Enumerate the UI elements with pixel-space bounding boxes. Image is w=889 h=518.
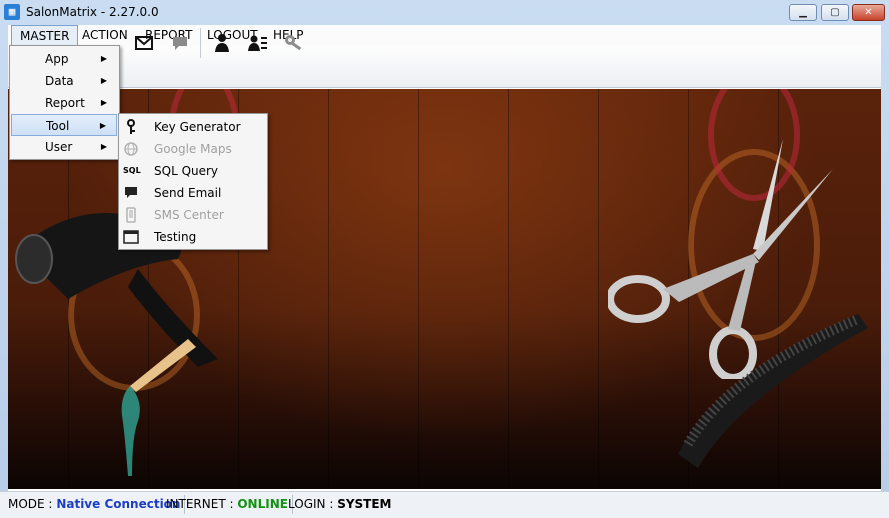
wood-plank-line <box>328 89 329 489</box>
tool-item-google-maps[interactable]: Google Maps <box>120 138 266 160</box>
title-bar: ▦ SalonMatrix - 2.27.0.0 ▁ ▢ ✕ <box>0 0 889 25</box>
submenu-arrow-icon: ▶ <box>100 142 107 151</box>
menu-master[interactable]: MASTER <box>11 25 79 47</box>
menu-item-label: App <box>45 52 69 66</box>
submenu-arrow-icon: ▶ <box>99 121 106 130</box>
user-icon[interactable] <box>212 33 232 53</box>
master-dropdown-menu: App ▶ Data ▶ Report ▶ Tool ▶ User ▶ <box>9 45 120 160</box>
tool-item-key-generator[interactable]: Key Generator <box>120 116 266 138</box>
wood-plank-line <box>598 89 599 489</box>
master-menu-item-user[interactable]: User ▶ <box>11 136 117 158</box>
status-internet-value: ONLINE <box>237 497 288 511</box>
wood-plank-line <box>508 89 509 489</box>
status-login-label: LOGIN : <box>288 497 334 511</box>
sql-icon: SQL <box>123 166 141 175</box>
user-list-icon[interactable] <box>248 33 268 53</box>
app-icon: ▦ <box>4 4 20 20</box>
status-login: LOGIN : SYSTEM <box>284 495 396 514</box>
toolbar <box>8 47 881 88</box>
phone-icon <box>126 207 136 223</box>
submenu-item-label: Send Email <box>154 186 222 200</box>
toolbar-separator <box>200 28 201 58</box>
menu-item-label: Data <box>45 74 74 88</box>
submenu-arrow-icon: ▶ <box>100 98 107 107</box>
master-menu-item-report[interactable]: Report ▶ <box>11 92 117 114</box>
submenu-item-label: SMS Center <box>154 208 224 222</box>
minimize-button[interactable]: ▁ <box>789 4 817 21</box>
tool-item-sms-center[interactable]: SMS Center <box>120 204 266 226</box>
status-mode-label: MODE : <box>8 497 53 511</box>
status-internet: INTERNET : ONLINE <box>162 495 293 514</box>
submenu-arrow-icon: ▶ <box>100 54 107 63</box>
status-login-value: SYSTEM <box>337 497 392 511</box>
tool-item-send-email[interactable]: Send Email <box>120 182 266 204</box>
key-icon[interactable] <box>284 33 304 53</box>
master-menu-item-app[interactable]: App ▶ <box>11 48 117 70</box>
chat-icon[interactable] <box>170 33 190 53</box>
window-icon <box>123 230 139 244</box>
key-icon <box>127 119 135 134</box>
maximize-button[interactable]: ▢ <box>821 4 849 21</box>
window-title: SalonMatrix - 2.27.0.0 <box>26 5 159 19</box>
master-menu-item-tool[interactable]: Tool ▶ <box>11 114 117 136</box>
submenu-item-label: SQL Query <box>154 164 219 178</box>
brush-image <box>121 339 196 476</box>
close-button[interactable]: ✕ <box>852 4 885 21</box>
chat-bubble-icon <box>125 187 137 198</box>
globe-icon <box>124 142 138 156</box>
tool-submenu: Key Generator Google Maps SQL SQL Query … <box>118 113 268 250</box>
tool-item-testing[interactable]: Testing <box>120 226 266 248</box>
submenu-item-label: Google Maps <box>154 142 232 156</box>
submenu-item-label: Testing <box>154 230 197 244</box>
menu-item-label: User <box>45 140 73 154</box>
mail-icon[interactable] <box>134 33 154 53</box>
status-bar: MODE : Native Connection INTERNET : ONLI… <box>0 491 889 518</box>
submenu-item-label: Key Generator <box>154 120 241 134</box>
status-mode: MODE : Native Connection <box>4 495 186 514</box>
master-menu-item-data[interactable]: Data ▶ <box>11 70 117 92</box>
status-internet-label: INTERNET : <box>166 497 234 511</box>
tool-item-sql-query[interactable]: SQL SQL Query <box>120 160 266 182</box>
wood-plank-line <box>418 89 419 489</box>
menu-item-label: Tool <box>46 119 70 133</box>
menu-action[interactable]: ACTION <box>74 25 136 46</box>
app-window: ▦ SalonMatrix - 2.27.0.0 ▁ ▢ ✕ MASTER AC… <box>0 0 889 518</box>
submenu-arrow-icon: ▶ <box>100 76 107 85</box>
menu-item-label: Report <box>45 96 85 110</box>
comb-image <box>678 314 868 468</box>
